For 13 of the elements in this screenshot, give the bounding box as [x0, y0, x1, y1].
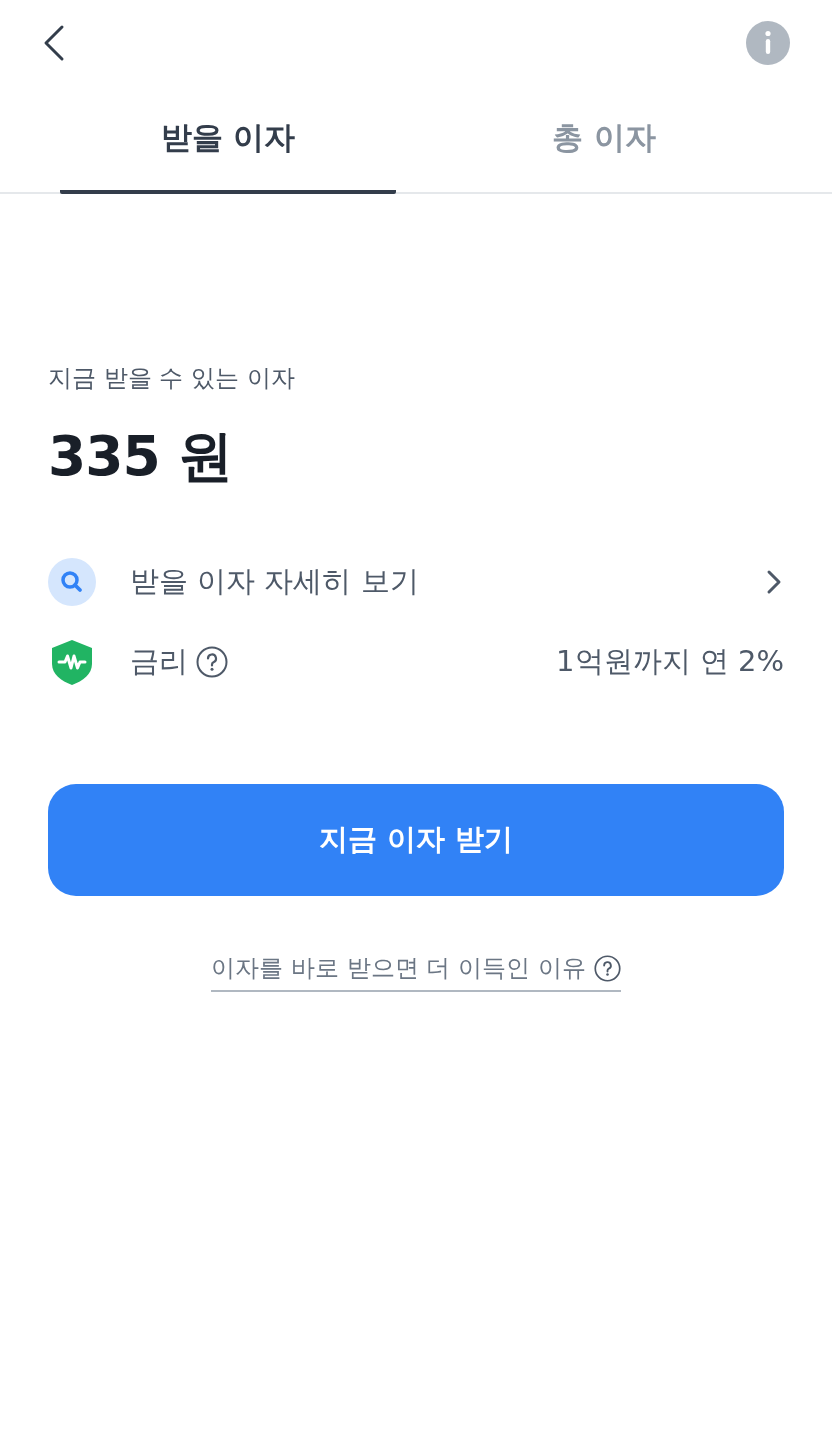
interest-amount: 335 원 [48, 423, 232, 490]
help-icon[interactable] [196, 646, 228, 678]
row-label: 금리 [130, 643, 188, 680]
chevron-right-icon [766, 569, 782, 595]
receive-interest-button[interactable]: 지금 이자 받기 [48, 784, 784, 896]
tab[interactable]: 받을 이자 [60, 86, 396, 194]
reason-link[interactable]: 이자를 바로 받으면 더 이득인 이유 [211, 950, 621, 992]
search-icon [48, 558, 96, 606]
detail-row[interactable]: 받을 이자 자세히 보기 [48, 542, 784, 622]
summary-label: 지금 받을 수 있는 이자 [48, 363, 295, 394]
rate-value: 1억원까지 연 2% [556, 643, 784, 680]
tab[interactable]: 총 이자 [436, 86, 772, 194]
help-icon[interactable] [593, 954, 621, 982]
